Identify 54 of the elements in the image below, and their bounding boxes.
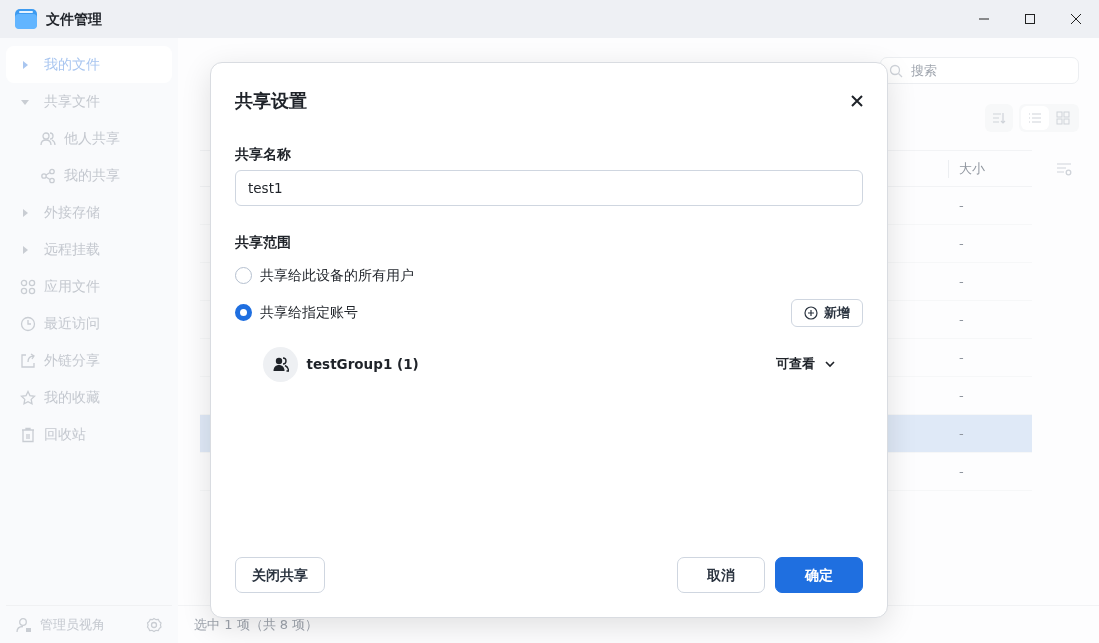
- plus-circle-icon: [804, 305, 818, 320]
- caret-right-icon: [20, 59, 30, 70]
- sort-icon: [991, 111, 1006, 125]
- group-icon: [272, 356, 289, 372]
- list-view-button[interactable]: [1021, 106, 1049, 130]
- caret-right-icon: [20, 244, 30, 255]
- field-label: 共享范围: [235, 233, 292, 253]
- dialog-title: 共享设置: [235, 89, 307, 113]
- table-cell-text: -: [958, 310, 964, 329]
- close-icon: [1071, 14, 1081, 24]
- list-icon: [1028, 111, 1042, 125]
- table-cell-text: -: [958, 424, 964, 443]
- star-icon: [20, 389, 36, 406]
- apps-icon: [20, 278, 36, 295]
- table-cell-text: -: [958, 348, 964, 367]
- radio-label: 共享给此设备的所有用户: [260, 266, 414, 286]
- table-cell-text: -: [958, 234, 964, 253]
- close-sharing-button[interactable]: 关闭共享: [235, 557, 325, 593]
- close-dialog-button[interactable]: [851, 94, 863, 107]
- settings-icon: [146, 616, 162, 633]
- permission-dropdown[interactable]: 可查看: [770, 353, 841, 375]
- user-lock-icon: [16, 616, 32, 633]
- name-input-field[interactable]: test1: [235, 170, 863, 207]
- search-input[interactable]: 搜索: [909, 59, 1070, 82]
- add-button[interactable]: 新增: [791, 298, 863, 327]
- column-header: 大小: [958, 159, 985, 178]
- trash-icon: [20, 426, 36, 443]
- column-settings-icon: [1056, 161, 1072, 176]
- cancel-button[interactable]: 取消: [676, 557, 765, 593]
- grid-icon: [1056, 111, 1070, 125]
- maximize-icon: [1025, 14, 1035, 24]
- people-icon: [40, 130, 56, 147]
- sort-button[interactable]: [984, 104, 1013, 132]
- confirm-button[interactable]: 确定: [775, 557, 863, 593]
- chevron-down-icon: [825, 360, 835, 368]
- field-label: 共享名称: [235, 145, 292, 164]
- table-cell-text: -: [958, 272, 964, 291]
- window-title: 文件管理: [46, 9, 102, 29]
- search-icon: [889, 63, 903, 78]
- search-field[interactable]: 搜索: [880, 57, 1079, 84]
- radio-button[interactable]: [235, 304, 252, 321]
- caret-right-icon: [20, 207, 30, 218]
- clock-icon: [20, 315, 36, 332]
- close-icon: [851, 94, 863, 107]
- radio-label: 共享给指定账号: [260, 303, 358, 323]
- table-cell-text: -: [958, 386, 964, 405]
- member-name: testGroup1 (1): [306, 354, 419, 374]
- settings-button[interactable]: [146, 616, 162, 633]
- table-cell-text: -: [958, 462, 964, 481]
- table-cell-text: -: [958, 196, 964, 215]
- export-icon: [20, 352, 36, 369]
- share-icon: [40, 167, 56, 184]
- folder-icon: [14, 7, 38, 31]
- sidebar-item[interactable]: 我的文件: [6, 46, 172, 83]
